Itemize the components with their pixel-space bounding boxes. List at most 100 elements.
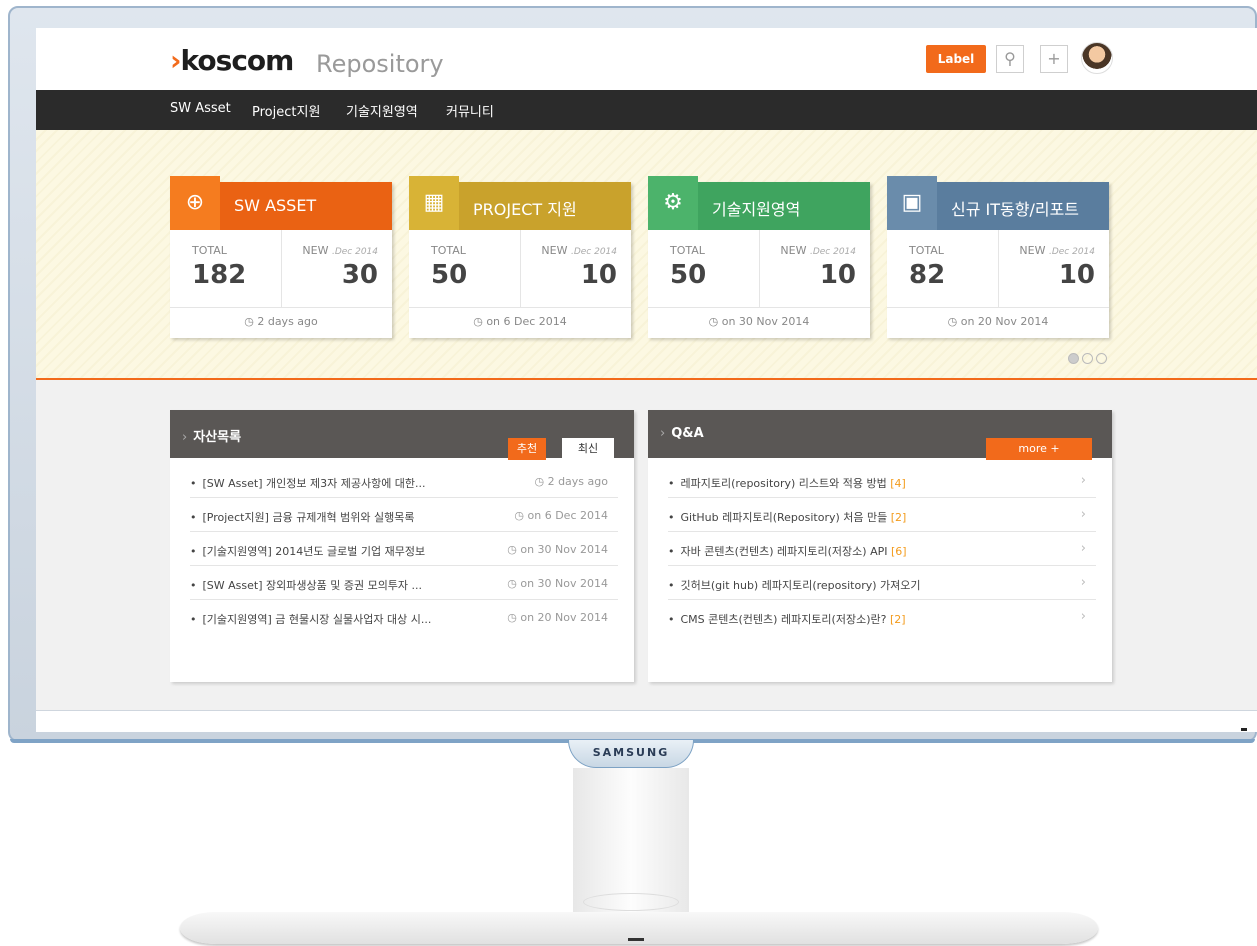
qa-list: • 레파지토리(repository) 리스트와 적용 방법 [4] › • Git… [648,458,1112,634]
category-card[interactable]: ▣ 신규 IT동향/리포트 TOTAL 82 NEW .Dec 2014 10 … [887,176,1109,338]
bullet-icon: • [190,545,197,558]
logo-text: koscom [180,44,295,77]
stat-divider [998,230,999,308]
new-label: NEW .Dec 2014 [302,244,378,257]
stat-divider [281,230,282,308]
list-item[interactable]: • 깃허브(git hub) 레파지토리(repository) 가져오기 › [668,566,1096,600]
total-label: TOTAL [670,244,705,257]
asset-list-panel: › 자산목록 추천 최신 • [SW Asset] 개인정보 제3자 제공사항에 대… [170,410,634,682]
card-stats: TOTAL 82 NEW .Dec 2014 10 [887,230,1109,308]
stat-divider [759,230,760,308]
list-item[interactable]: • GitHub 레파지토리(Repository) 처음 만들 [2] › [668,498,1096,532]
card-footer: ◷ on 6 Dec 2014 [409,308,631,338]
clock-icon: ◷ [507,543,517,556]
clock-icon: ◷ [473,315,483,328]
chevron-right-icon: › [1080,609,1086,624]
card-footer: ◷ 2 days ago [170,308,392,338]
clock-icon: ◷ [507,577,517,590]
category-card[interactable]: ▦ PROJECT 지원 TOTAL 50 NEW .Dec 2014 10 ◷… [409,176,631,338]
list-item[interactable]: • [SW Asset] 개인정보 제3자 제공사항에 대한... ◷ 2 day… [190,464,618,498]
stat-divider [520,230,521,308]
nav-item-project[interactable]: Project지원 [252,101,320,120]
list-item-title: • [기술지원영역] 2014년도 글로벌 기업 재무정보 [190,545,426,558]
new-date: .Dec 2014 [809,247,856,257]
bullet-icon: • [668,613,675,626]
asset-panel-title: › 자산목록 [182,430,242,445]
list-item-title: • 깃허브(git hub) 레파지토리(repository) 가져오기 [668,579,921,592]
list-item[interactable]: • CMS 콘텐츠(컨텐츠) 레파지토리(저장소)란? [2] › [668,600,1096,634]
avatar[interactable] [1081,42,1113,74]
new-label: NEW .Dec 2014 [780,244,856,257]
qa-panel-header: › Q&A more + [648,410,1112,460]
chevron-right-icon: › [1080,473,1086,488]
qa-panel: › Q&A more + • 레파지토리(repository) 리스트와 적용 방… [648,410,1112,682]
list-item-title: • [Project지원] 금융 규제개혁 범위와 실행목록 [190,511,415,524]
tab-recommended[interactable]: 추천 [508,438,546,460]
clock-icon: ◷ [947,315,958,328]
answer-count: [2] [890,511,907,524]
new-label: NEW .Dec 2014 [1019,244,1095,257]
chevron-right-icon: › [182,430,188,445]
card-title: 신규 IT동향/리포트 [951,200,1080,219]
gear-icon: ⚙ [648,176,698,230]
list-item-date: ◷ on 30 Nov 2014 [507,543,608,556]
monitor-brand-logo: SAMSUNG [592,746,670,759]
new-date: .Dec 2014 [1048,247,1095,257]
list-item-date: ◷ on 20 Nov 2014 [507,611,608,624]
asset-panel-header: › 자산목록 추천 최신 [170,410,634,460]
list-item[interactable]: • [SW Asset] 장외파생상품 및 증권 모의투자 ... ◷ on 30… [190,566,618,600]
list-item-title: • [SW Asset] 개인정보 제3자 제공사항에 대한... [190,477,426,490]
search-icon[interactable]: ⚲ [996,45,1024,73]
bullet-icon: • [190,579,197,592]
bullet-icon: • [190,511,197,524]
list-item[interactable]: • 레파지토리(repository) 리스트와 적용 방법 [4] › [668,464,1096,498]
list-item-title: • CMS 콘텐츠(컨텐츠) 레파지토리(저장소)란? [2] [668,613,906,626]
list-item[interactable]: • [Project지원] 금융 규제개혁 범위와 실행목록 ◷ on 6 Dec… [190,498,618,532]
logo-chevron-icon: › [170,44,182,77]
total-value: 182 [192,260,247,290]
carousel-dot[interactable] [1096,353,1107,364]
nav-item-community[interactable]: 커뮤니티 [446,101,494,120]
list-item[interactable]: • [기술지원영역] 금 현물시장 실물사업자 대상 시... ◷ on 20 N… [190,600,618,634]
more-button[interactable]: more + [986,438,1092,460]
card-stats: TOTAL 50 NEW .Dec 2014 10 [648,230,870,308]
card-stats: TOTAL 50 NEW .Dec 2014 10 [409,230,631,308]
card-stats: TOTAL 182 NEW .Dec 2014 30 [170,230,392,308]
clock-icon: ◷ [244,315,254,328]
bullet-icon: • [190,477,197,490]
list-item-title: • 자바 콘텐츠(컨텐츠) 레파지토리(저장소) API [6] [668,545,907,558]
card-title: 기술지원영역 [712,200,801,219]
add-icon[interactable]: + [1040,45,1068,73]
total-value: 50 [670,260,707,290]
category-card[interactable]: ⊕ SW ASSET TOTAL 182 NEW .Dec 2014 30 ◷ … [170,176,392,338]
site-header: ›koscom Repository Label ⚲ + [36,28,1257,90]
list-item-title: • 레파지토리(repository) 리스트와 적용 방법 [4] [668,477,906,490]
clock-icon: ◷ [507,611,517,624]
bullet-icon: • [190,613,197,626]
list-item[interactable]: • 자바 콘텐츠(컨텐츠) 레파지토리(저장소) API [6] › [668,532,1096,566]
carousel-dot-active[interactable] [1068,353,1079,364]
card-header: ▦ PROJECT 지원 [409,176,631,230]
card-title: SW ASSET [234,196,317,215]
carousel-dot[interactable] [1082,353,1093,364]
bullet-icon: • [668,511,675,524]
qa-panel-title: › Q&A [660,426,704,441]
new-value: 30 [341,260,378,290]
clock-icon: ◷ [514,509,525,522]
tab-latest[interactable]: 최신 [562,438,614,460]
card-footer: ◷ on 30 Nov 2014 [648,308,870,338]
nav-item-sw-asset[interactable]: SW Asset [170,101,231,116]
list-item[interactable]: • [기술지원영역] 2014년도 글로벌 기업 재무정보 ◷ on 30 Nov… [190,532,618,566]
asset-list: • [SW Asset] 개인정보 제3자 제공사항에 대한... ◷ 2 day… [170,458,634,634]
monitor-base-indicator [628,938,644,941]
nav-item-tech-support[interactable]: 기술지원영역 [346,101,418,120]
bullet-icon: • [668,579,675,592]
site-logo[interactable]: ›koscom [170,44,295,77]
screen: ›koscom Repository Label ⚲ + SW Asset Pr… [36,28,1257,710]
new-value: 10 [1058,260,1095,290]
label-button[interactable]: Label [926,45,986,73]
bullet-icon: • [668,545,675,558]
list-item-title: • GitHub 레파지토리(Repository) 처음 만들 [2] [668,511,907,524]
category-card[interactable]: ⚙ 기술지원영역 TOTAL 50 NEW .Dec 2014 10 ◷ on … [648,176,870,338]
list-item-date: ◷ on 6 Dec 2014 [514,509,608,522]
